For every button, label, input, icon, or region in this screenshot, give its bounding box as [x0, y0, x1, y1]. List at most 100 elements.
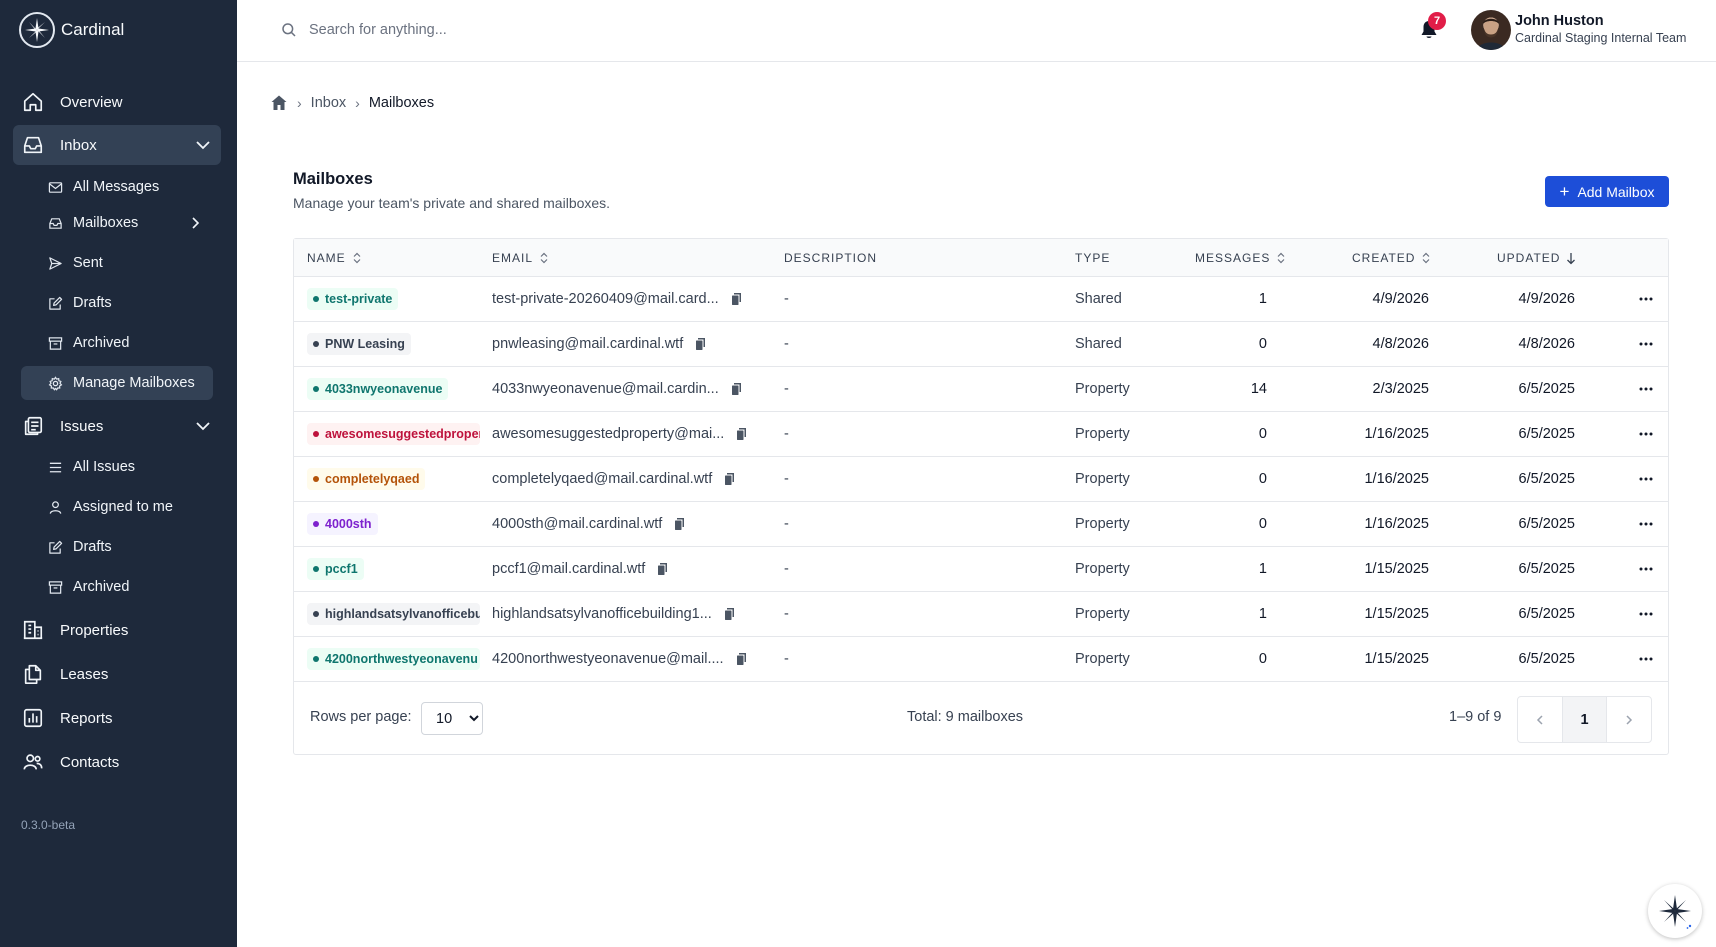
page-1-button[interactable]: 1	[1562, 697, 1607, 742]
sidebar-item-drafts[interactable]: Drafts	[21, 286, 213, 320]
mailbox-email: completelyqaed@mail.cardinal.wtf	[492, 471, 713, 487]
mailbox-name-chip[interactable]: test-private	[307, 288, 399, 310]
copy-icon[interactable]	[657, 562, 669, 576]
mailbox-description: -	[784, 516, 789, 532]
table-row[interactable]: 4000sth 4000sth@mail.cardinal.wtf - Propert…	[294, 502, 1668, 547]
sidebar-item-issue-drafts[interactable]: Drafts	[21, 530, 213, 564]
user-name: John Huston	[1515, 13, 1604, 29]
prev-page-button[interactable]	[1518, 697, 1562, 742]
breadcrumb-separator: ›	[297, 95, 302, 111]
column-header-created[interactable]: CREATED	[1352, 251, 1431, 265]
mailbox-name-chip[interactable]: 4200northwestyeonavenu	[307, 648, 480, 670]
row-actions-button[interactable]	[1635, 649, 1657, 669]
sidebar-item-label: Drafts	[73, 539, 112, 555]
row-actions-button[interactable]	[1635, 289, 1657, 309]
mailbox-updated: 6/5/2025	[1518, 606, 1575, 622]
copy-icon[interactable]	[731, 292, 743, 306]
sidebar-item-properties[interactable]: Properties	[13, 610, 221, 650]
table-row[interactable]: 4200northwestyeonavenu 4200northwestyeona…	[294, 637, 1668, 682]
mailbox-name-chip[interactable]: 4000sth	[307, 513, 378, 535]
sidebar-item-assigned-to-me[interactable]: Assigned to me	[21, 490, 213, 524]
email-cell: pccf1@mail.cardinal.wtf	[492, 561, 669, 577]
copy-icon[interactable]	[724, 607, 736, 621]
chevron-left-icon	[1537, 714, 1543, 725]
column-header-email[interactable]: EMAIL	[492, 251, 549, 265]
row-actions-button[interactable]	[1635, 604, 1657, 624]
mailbox-name-chip[interactable]: pccf1	[307, 558, 364, 580]
row-actions-button[interactable]	[1635, 334, 1657, 354]
copy-icon[interactable]	[731, 382, 743, 396]
mailbox-email: pccf1@mail.cardinal.wtf	[492, 561, 646, 577]
search-input[interactable]	[309, 16, 809, 44]
plus-icon: +	[1559, 182, 1570, 201]
sidebar-item-reports[interactable]: Reports	[13, 698, 221, 738]
mailbox-type: Property	[1075, 381, 1130, 397]
table-row[interactable]: 4033nwyeonavenue 4033nwyeonavenue@mail.ca…	[294, 367, 1668, 412]
sidebar-item-archived[interactable]: Archived	[21, 326, 213, 360]
sidebar-item-sent[interactable]: Sent	[21, 246, 213, 280]
sidebar-item-leases[interactable]: Leases	[13, 654, 221, 694]
arrow-down-icon	[1567, 252, 1576, 264]
mailbox-name-chip[interactable]: highlandsatsylvanofficebu	[307, 603, 480, 625]
copy-icon[interactable]	[695, 337, 707, 351]
chevron-down-icon[interactable]	[194, 417, 212, 435]
copy-icon[interactable]	[674, 517, 686, 531]
copy-icon[interactable]	[736, 427, 748, 441]
copy-icon[interactable]	[724, 472, 736, 486]
mailbox-description: -	[784, 561, 789, 577]
page-range: 1–9 of 9	[1449, 709, 1502, 725]
page-title: Mailboxes	[293, 170, 373, 188]
chevron-down-icon[interactable]	[194, 136, 212, 154]
more-horizontal-icon	[1639, 612, 1653, 616]
mailbox-name-chip[interactable]: completelyqaed	[307, 468, 426, 490]
mailbox-name-chip[interactable]: awesomesuggestedproper	[307, 423, 480, 445]
sidebar-item-inbox[interactable]: Inbox	[13, 125, 221, 165]
column-header-messages[interactable]: MESSAGES	[1195, 251, 1286, 265]
sidebar-item-overview[interactable]: Overview	[13, 82, 221, 122]
notification-badge: 7	[1428, 12, 1446, 30]
sidebar-item-issues[interactable]: Issues	[13, 406, 221, 446]
rows-per-page-label: Rows per page:	[310, 709, 412, 725]
mailbox-created: 1/15/2025	[1364, 606, 1429, 622]
sidebar-item-contacts[interactable]: Contacts	[13, 742, 221, 782]
sidebar-item-all-messages[interactable]: All Messages	[21, 170, 213, 204]
add-mailbox-button[interactable]: + Add Mailbox	[1545, 176, 1669, 207]
email-cell: 4000sth@mail.cardinal.wtf	[492, 516, 686, 532]
column-header-name[interactable]: NAME	[307, 251, 362, 265]
row-actions-button[interactable]	[1635, 469, 1657, 489]
compass-icon	[1659, 895, 1692, 929]
mailbox-name-chip[interactable]: 4033nwyeonavenue	[307, 378, 449, 400]
sidebar-item-issue-archived[interactable]: Archived	[21, 570, 213, 604]
brand[interactable]: Cardinal	[19, 12, 124, 48]
assistant-widget-button[interactable]	[1648, 884, 1702, 938]
mailbox-description: -	[784, 606, 789, 622]
mailbox-description: -	[784, 381, 789, 397]
issues-icon	[21, 414, 45, 438]
sidebar-item-all-issues[interactable]: All Issues	[21, 450, 213, 484]
table-row[interactable]: highlandsatsylvanofficebu highlandsatsylv…	[294, 592, 1668, 637]
sort-icon	[540, 252, 548, 264]
row-actions-button[interactable]	[1635, 424, 1657, 444]
mailbox-type: Shared	[1075, 291, 1122, 307]
avatar[interactable]	[1471, 10, 1511, 50]
table-row[interactable]: pccf1 pccf1@mail.cardinal.wtf - Property 1 1/…	[294, 547, 1668, 592]
next-page-button[interactable]	[1607, 697, 1651, 742]
column-label: TYPE	[1075, 251, 1111, 265]
column-header-updated[interactable]: UPDATED	[1497, 251, 1576, 265]
table-row[interactable]: completelyqaed completelyqaed@mail.cardin…	[294, 457, 1668, 502]
sidebar-item-manage-mailboxes[interactable]: Manage Mailboxes	[21, 366, 213, 400]
row-actions-button[interactable]	[1635, 559, 1657, 579]
table-row[interactable]: awesomesuggestedproper awesomesuggestedpr…	[294, 412, 1668, 457]
home-icon[interactable]	[270, 94, 288, 112]
mailbox-name-chip[interactable]: PNW Leasing	[307, 333, 411, 355]
copy-icon[interactable]	[736, 652, 748, 666]
row-actions-button[interactable]	[1635, 379, 1657, 399]
mailbox-name: 4200northwestyeonavenu	[325, 652, 478, 666]
row-actions-button[interactable]	[1635, 514, 1657, 534]
mailbox-created: 1/16/2025	[1364, 471, 1429, 487]
breadcrumb-inbox[interactable]: Inbox	[311, 95, 346, 111]
table-row[interactable]: PNW Leasing pnwleasing@mail.cardinal.wtf -…	[294, 322, 1668, 367]
table-row[interactable]: test-private test-private-20260409@mail.c…	[294, 277, 1668, 322]
sidebar-item-mailboxes[interactable]: Mailboxes	[21, 206, 213, 240]
rows-per-page-select[interactable]: 10	[421, 702, 483, 735]
